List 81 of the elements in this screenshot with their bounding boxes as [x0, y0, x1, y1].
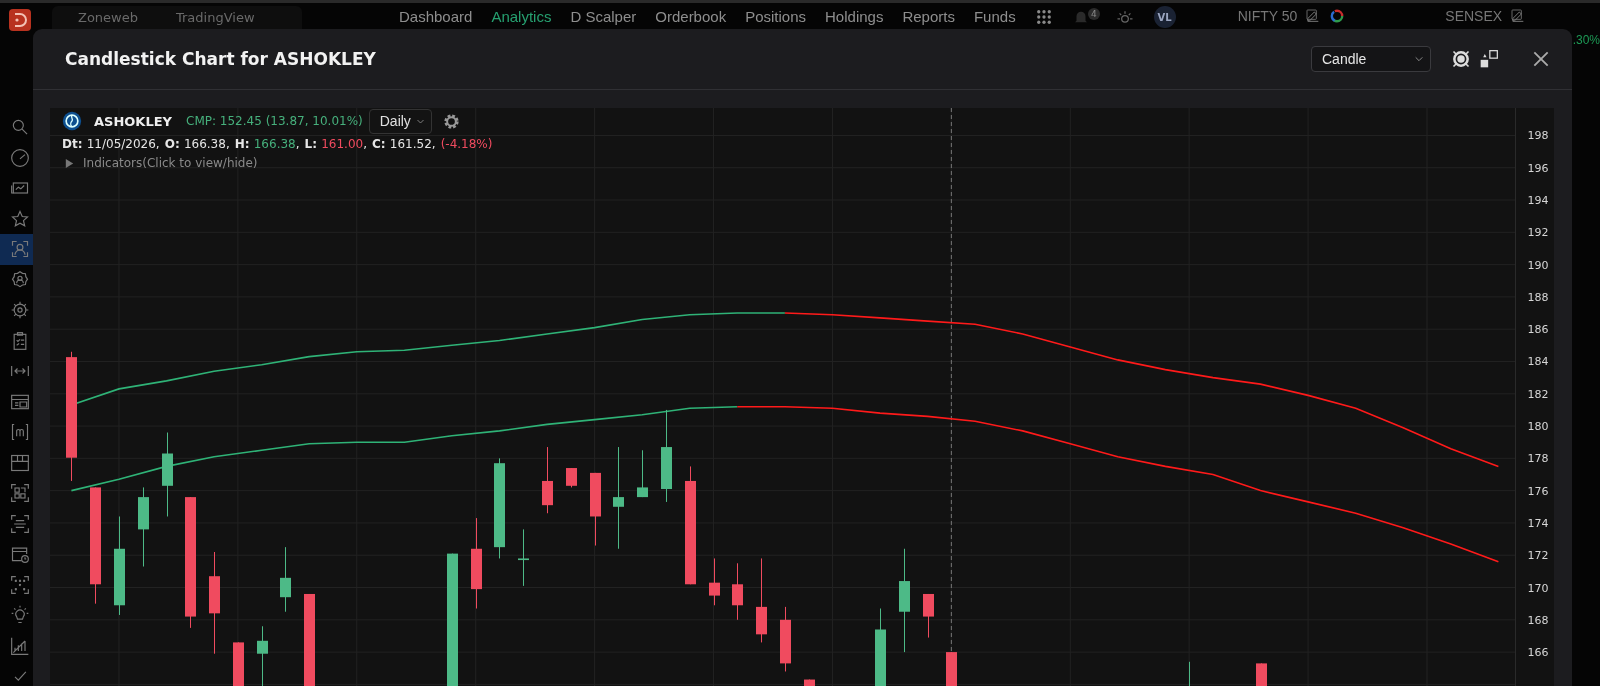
- index-name: SENSEX: [1445, 8, 1503, 24]
- nav-link[interactable]: Funds: [973, 8, 1016, 26]
- price-axis-label: 194: [1527, 194, 1549, 208]
- index-name: NIFTY 50: [1237, 8, 1298, 24]
- current-price: CMP: 152.45 (13.87, 10.01%): [186, 114, 363, 128]
- speedometer-icon: [9, 147, 30, 168]
- candlestick: [1256, 662, 1267, 686]
- price-axis-label: 188: [1527, 290, 1549, 304]
- candlestick: [542, 446, 553, 514]
- ohlc-value: O: 166.38,: [164, 137, 230, 151]
- nav-link[interactable]: Holdings: [825, 8, 884, 26]
- candlestick: [804, 679, 815, 686]
- candlestick: [566, 467, 577, 488]
- candlestick: [518, 528, 529, 587]
- nav-tab[interactable]: TradingView: [170, 9, 261, 27]
- price-axis-label: 196: [1527, 161, 1549, 175]
- notification-badge: 4: [1087, 8, 1100, 20]
- growth-chart-icon: [9, 635, 30, 656]
- nav-link[interactable]: Dashboard: [399, 8, 473, 26]
- price-axis-label: 178: [1527, 452, 1549, 466]
- close-icon[interactable]: [1531, 49, 1551, 69]
- nav-link[interactable]: Reports: [902, 8, 955, 26]
- nav-tab[interactable]: Zoneweb: [72, 9, 144, 27]
- candlestick: [257, 625, 268, 686]
- bracket-m-icon: [9, 422, 30, 443]
- candlestick: [923, 593, 934, 639]
- ohlc-value: H: 166.38,: [234, 137, 300, 151]
- ohlc-value: Dt: 11/05/2026,: [62, 137, 160, 151]
- sidebar-item[interactable]: [0, 234, 33, 265]
- lightbulb-icon: [9, 605, 30, 626]
- candlestick: [1189, 661, 1190, 686]
- ohlc-value: L: 161.00,: [304, 137, 367, 151]
- symbol-name: ASHOKLEY: [94, 113, 172, 129]
- price-axis-label: 182: [1527, 387, 1549, 401]
- user-scan-icon: [9, 239, 30, 260]
- price-axis-label: 174: [1527, 516, 1549, 530]
- ring-icon[interactable]: [1329, 8, 1346, 24]
- price-axis-label: 184: [1527, 355, 1549, 369]
- chart-type-select[interactable]: Candle: [1311, 46, 1431, 72]
- price-axis-label: 198: [1527, 129, 1549, 143]
- star-icon: [9, 208, 30, 229]
- app-logo-icon: [8, 8, 32, 32]
- resize-icon[interactable]: [1479, 49, 1499, 69]
- price-axis-label: 170: [1527, 581, 1549, 595]
- candlestick: [946, 651, 957, 686]
- gear-icon: [9, 300, 30, 321]
- scan-icon: [9, 513, 30, 534]
- table-icon: [9, 452, 30, 473]
- nav-link[interactable]: Orderbook: [655, 8, 727, 26]
- ohlc-value: (-4.18%): [440, 137, 493, 151]
- nav-link[interactable]: Analytics: [491, 8, 552, 26]
- qr-code-icon: [9, 483, 30, 504]
- price-axis-label: 166: [1527, 646, 1549, 660]
- grid-marks-icon: [9, 574, 30, 595]
- company-logo-icon: [62, 111, 82, 131]
- price-axis-label: 190: [1527, 258, 1549, 272]
- candlestick: [732, 562, 743, 621]
- price-axis-label: 186: [1527, 323, 1549, 337]
- nav-link[interactable]: Positions: [745, 8, 807, 26]
- index-change: .30%: [1572, 33, 1600, 47]
- candlestick: [709, 557, 720, 606]
- target-icon[interactable]: [1451, 49, 1471, 69]
- chevron-down-icon: [1414, 54, 1424, 64]
- settings-icon[interactable]: [441, 111, 461, 131]
- candlestick: [780, 606, 791, 672]
- user-avatar[interactable]: VL: [1153, 6, 1176, 28]
- apps-grid-icon[interactable]: [1034, 8, 1053, 26]
- price-axis-label: 168: [1527, 613, 1549, 627]
- price-axis-label: 176: [1527, 484, 1549, 498]
- interval-select[interactable]: Daily: [368, 108, 432, 134]
- candlestick: [280, 546, 291, 613]
- indicators-toggle[interactable]: Indicators(Click to view/hide): [62, 154, 493, 170]
- user-gear-icon: [9, 269, 30, 290]
- modal-title: Candlestick Chart for ASHOKLEY: [65, 49, 376, 69]
- candlestick: [637, 449, 648, 498]
- candlestick: [233, 641, 244, 686]
- price-axis-label: 180: [1527, 420, 1549, 434]
- price-axis-label: 172: [1527, 549, 1549, 563]
- ohlc-value: C: 161.52,: [372, 137, 436, 151]
- nav-link[interactable]: D Scalper: [570, 8, 637, 26]
- price-axis-label: 192: [1527, 226, 1549, 240]
